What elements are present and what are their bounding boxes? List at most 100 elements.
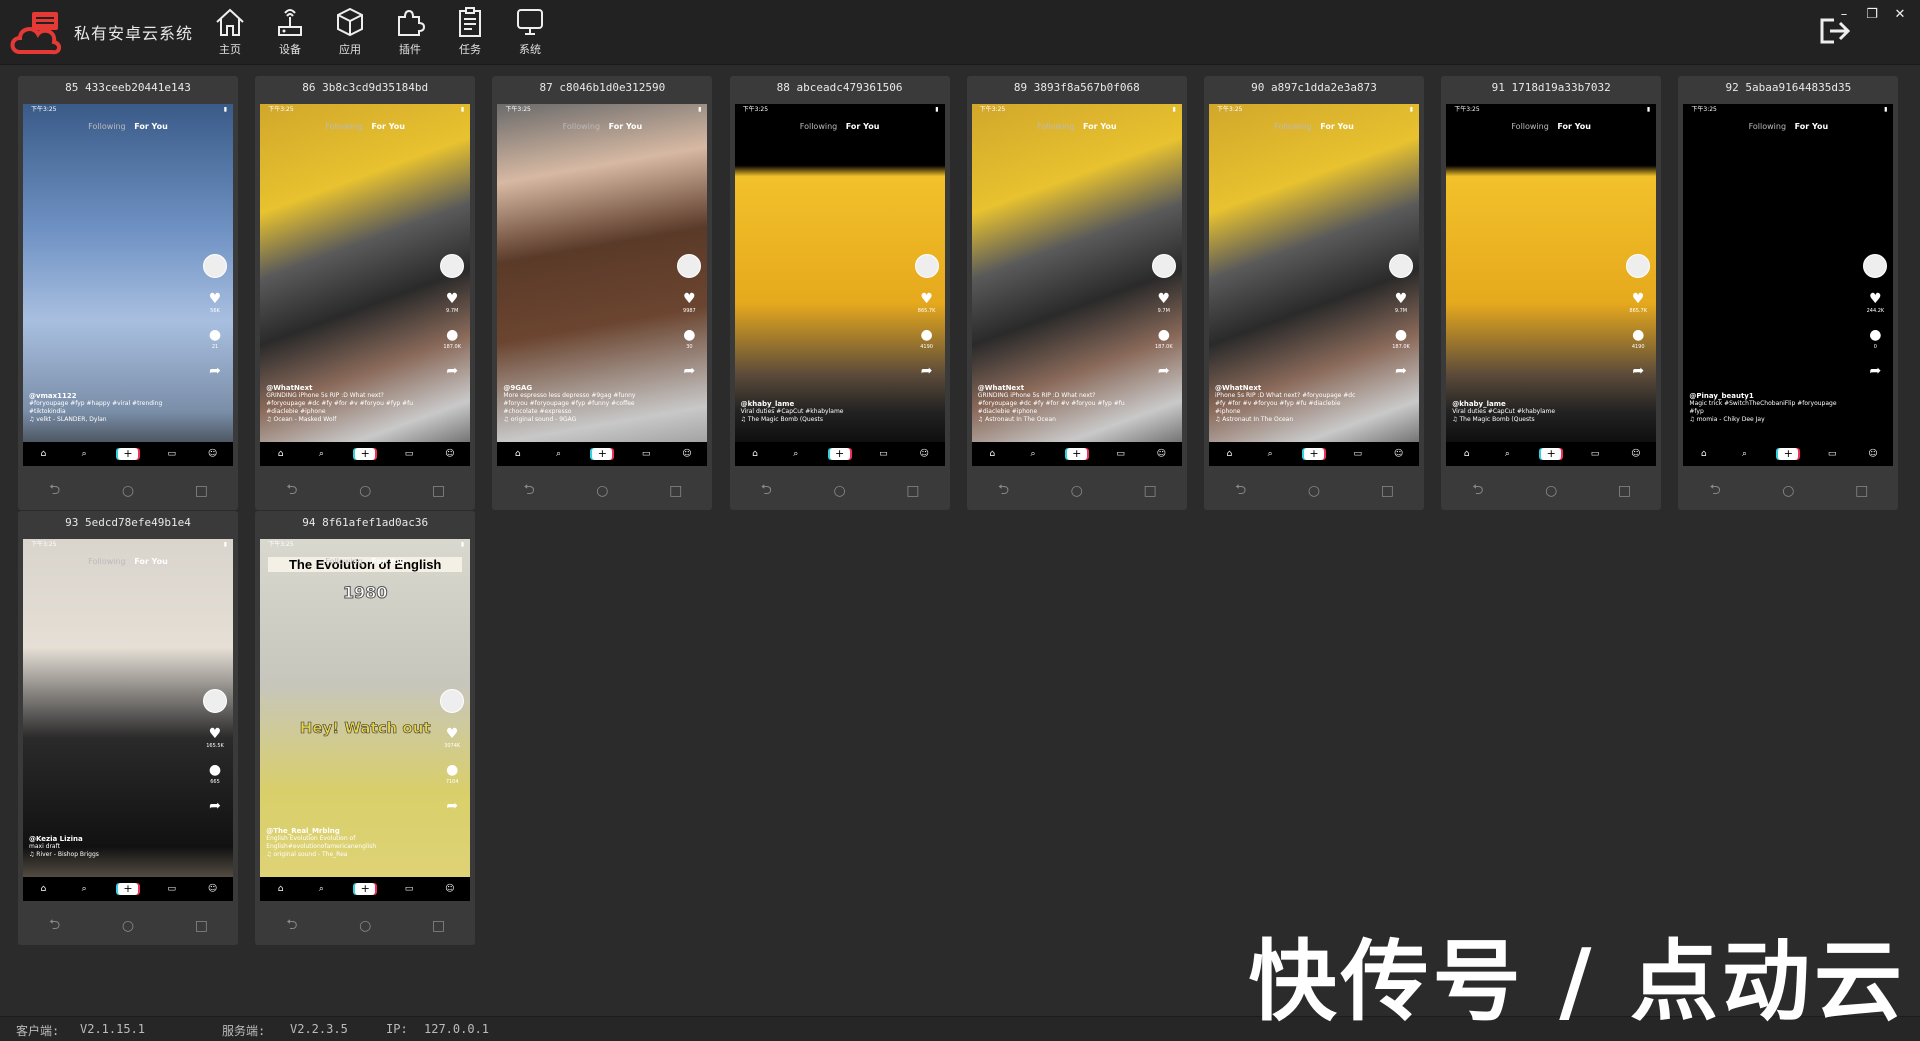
tab-home-icon[interactable]: ⌂: [1222, 449, 1236, 459]
share-icon[interactable]: ➦: [1630, 364, 1646, 378]
back-button[interactable]: ⮌: [35, 914, 75, 938]
tab-inbox-icon[interactable]: ▭: [402, 884, 416, 894]
heart-icon[interactable]: ♥: [1630, 292, 1646, 306]
heart-icon[interactable]: ♥: [444, 292, 460, 306]
recents-button[interactable]: □: [1367, 483, 1407, 499]
nav-tasks[interactable]: 任务: [440, 4, 500, 60]
share-icon[interactable]: ➦: [681, 364, 697, 378]
heart-icon[interactable]: ♥: [681, 292, 697, 306]
device-screen[interactable]: 下午3:25 ▮ Following For You ♥ 56K ● 21 ➦ …: [23, 104, 233, 466]
device-card[interactable]: 89 3893f8a567b0f068 下午3:25 ▮ Following F…: [966, 76, 1187, 510]
tab-for-you[interactable]: For You: [134, 557, 168, 566]
video-username[interactable]: @khaby_lame: [1452, 400, 1602, 408]
home-button[interactable]: ○: [1531, 483, 1571, 499]
tab-profile-icon[interactable]: ☺: [443, 449, 457, 459]
share-icon[interactable]: ➦: [1393, 364, 1409, 378]
tab-profile-icon[interactable]: ☺: [917, 449, 931, 459]
share-icon[interactable]: ➦: [919, 364, 935, 378]
tab-inbox-icon[interactable]: ▭: [1114, 449, 1128, 459]
device-screen[interactable]: 下午3:25 ▮ Following For You ♥ 244.2K ● 0 …: [1683, 104, 1894, 466]
recents-button[interactable]: □: [181, 918, 221, 934]
device-screen[interactable]: 下午3:25 ▮ Following For You ♥ 865.7K ● 41…: [1446, 104, 1657, 466]
avatar[interactable]: [1863, 254, 1888, 278]
tab-discover-icon[interactable]: ⌕: [1026, 449, 1040, 459]
tab-inbox-icon[interactable]: ▭: [876, 449, 890, 459]
tab-following[interactable]: Following: [1037, 122, 1074, 131]
tab-home-icon[interactable]: ⌂: [1697, 449, 1711, 459]
recents-button[interactable]: □: [1130, 483, 1170, 499]
tab-home-icon[interactable]: ⌂: [1460, 449, 1474, 459]
comment-icon[interactable]: ●: [1156, 328, 1172, 342]
back-button[interactable]: ⮌: [746, 479, 786, 503]
back-button[interactable]: ⮌: [272, 479, 312, 503]
home-button[interactable]: ○: [582, 483, 622, 499]
tab-discover-icon[interactable]: ⌕: [1500, 449, 1514, 459]
tab-profile-icon[interactable]: ☺: [443, 884, 457, 894]
create-video-button[interactable]: +: [355, 883, 376, 895]
create-video-button[interactable]: +: [355, 448, 376, 460]
recents-button[interactable]: □: [893, 483, 933, 499]
tab-for-you[interactable]: For You: [371, 557, 405, 566]
home-button[interactable]: ○: [1057, 483, 1097, 499]
tab-home-icon[interactable]: ⌂: [985, 449, 999, 459]
tab-following[interactable]: Following: [800, 122, 837, 131]
video-username[interactable]: @khaby_lame: [741, 400, 891, 408]
avatar[interactable]: [677, 254, 702, 278]
video-username[interactable]: @WhatNext: [1215, 384, 1365, 392]
tab-following[interactable]: Following: [88, 122, 125, 131]
create-video-button[interactable]: +: [1541, 448, 1562, 460]
create-video-button[interactable]: +: [1066, 448, 1087, 460]
restore-button[interactable]: ❐: [1860, 4, 1884, 24]
video-username[interactable]: @The_Real_Mrblng: [266, 827, 416, 835]
avatar[interactable]: [1151, 254, 1176, 278]
home-button[interactable]: ○: [820, 483, 860, 499]
create-video-button[interactable]: +: [1303, 448, 1324, 460]
avatar[interactable]: [440, 689, 465, 713]
avatar[interactable]: [914, 254, 939, 278]
device-card[interactable]: 90 a897c1dda2e3a873 下午3:25 ▮ Following F…: [1204, 76, 1424, 510]
nav-apps[interactable]: 应用: [320, 4, 380, 60]
tab-profile-icon[interactable]: ☺: [680, 449, 694, 459]
comment-icon[interactable]: ●: [1867, 328, 1883, 342]
tab-home-icon[interactable]: ⌂: [36, 449, 50, 459]
tab-profile-icon[interactable]: ☺: [206, 449, 220, 459]
back-button[interactable]: ⮌: [35, 479, 75, 503]
tab-profile-icon[interactable]: ☺: [1866, 449, 1880, 459]
nav-system[interactable]: 系统: [500, 4, 560, 60]
comment-icon[interactable]: ●: [1630, 328, 1646, 342]
video-username[interactable]: @vmax1122: [29, 392, 179, 400]
device-screen[interactable]: 下午3:25 ▮ Following For You ♥ 9.7M ● 187.…: [971, 104, 1182, 466]
video-username[interactable]: @WhatNext: [266, 384, 416, 392]
device-screen[interactable]: 下午3:25 ▮ Following For You ♥ 9.7M ● 187.…: [1209, 104, 1419, 466]
back-button[interactable]: ⮌: [1458, 479, 1498, 503]
device-card[interactable]: 86 3b8c3cd9d35184bd 下午3:25 ▮ Following F…: [255, 76, 476, 510]
tab-for-you[interactable]: For You: [846, 122, 880, 131]
tab-discover-icon[interactable]: ⌕: [789, 449, 803, 459]
tab-following[interactable]: Following: [1749, 122, 1786, 131]
recents-button[interactable]: □: [419, 483, 459, 499]
tab-discover-icon[interactable]: ⌕: [314, 884, 328, 894]
tab-discover-icon[interactable]: ⌕: [77, 884, 91, 894]
device-screen[interactable]: 下午3:25 ▮ Following For You ♥ 165.5K ● 66…: [23, 539, 233, 901]
tab-profile-icon[interactable]: ☺: [1629, 449, 1643, 459]
comment-icon[interactable]: ●: [681, 328, 697, 342]
avatar[interactable]: [440, 254, 465, 278]
comment-icon[interactable]: ●: [207, 328, 223, 342]
recents-button[interactable]: □: [181, 483, 221, 499]
heart-icon[interactable]: ♥: [1393, 292, 1409, 306]
tab-home-icon[interactable]: ⌂: [274, 449, 288, 459]
tab-home-icon[interactable]: ⌂: [748, 449, 762, 459]
tab-for-you[interactable]: For You: [371, 122, 405, 131]
tab-inbox-icon[interactable]: ▭: [1588, 449, 1602, 459]
tab-for-you[interactable]: For You: [609, 122, 643, 131]
device-card[interactable]: 92 5abaa91644835d35 下午3:25 ▮ Following F…: [1678, 76, 1899, 510]
back-button[interactable]: ⮌: [1221, 479, 1261, 503]
tab-discover-icon[interactable]: ⌕: [77, 449, 91, 459]
tab-for-you[interactable]: For You: [134, 122, 168, 131]
recents-button[interactable]: □: [656, 483, 696, 499]
share-icon[interactable]: ➦: [1156, 364, 1172, 378]
tab-following[interactable]: Following: [325, 122, 362, 131]
tab-home-icon[interactable]: ⌂: [511, 449, 525, 459]
device-card[interactable]: 94 8f61afef1ad0ac36 下午3:25 ▮ Following F…: [255, 511, 476, 945]
share-icon[interactable]: ➦: [444, 799, 460, 813]
